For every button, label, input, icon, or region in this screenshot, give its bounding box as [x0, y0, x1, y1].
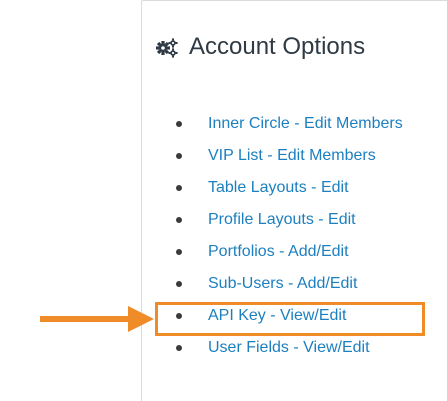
bullet-icon	[176, 281, 182, 287]
table-layouts-edit-link[interactable]: Table Layouts - Edit	[208, 179, 349, 196]
profile-layouts-edit-link[interactable]: Profile Layouts - Edit	[208, 211, 356, 228]
list-item: VIP List - Edit Members	[176, 140, 403, 172]
bullet-icon	[176, 153, 182, 159]
list-item: Table Layouts - Edit	[176, 172, 403, 204]
gears-icon	[156, 38, 178, 58]
user-fields-view-edit-link[interactable]: User Fields - View/Edit	[208, 339, 370, 356]
account-options-panel: Account Options Inner Circle - Edit Memb…	[141, 0, 447, 401]
portfolios-add-edit-link[interactable]: Portfolios - Add/Edit	[208, 243, 349, 260]
bullet-icon	[176, 217, 182, 223]
screenshot-stage: Account Options Inner Circle - Edit Memb…	[0, 0, 447, 401]
panel-title: Account Options	[189, 33, 366, 60]
bullet-icon	[176, 249, 182, 255]
bullet-icon	[176, 185, 182, 191]
list-item: Inner Circle - Edit Members	[176, 108, 403, 140]
sub-users-add-edit-link[interactable]: Sub-Users - Add/Edit	[208, 275, 357, 292]
list-item: Portfolios - Add/Edit	[176, 236, 403, 268]
list-item: Sub-Users - Add/Edit	[176, 268, 403, 300]
bullet-icon	[176, 121, 182, 127]
vip-list-edit-members-link[interactable]: VIP List - Edit Members	[208, 147, 376, 164]
panel-header: Account Options	[155, 33, 365, 61]
arrow-right-icon	[40, 306, 154, 332]
list-item: User Fields - View/Edit	[176, 332, 403, 364]
highlight-box	[155, 302, 425, 336]
bullet-icon	[176, 345, 182, 351]
inner-circle-edit-members-link[interactable]: Inner Circle - Edit Members	[208, 115, 403, 132]
list-item: Profile Layouts - Edit	[176, 204, 403, 236]
